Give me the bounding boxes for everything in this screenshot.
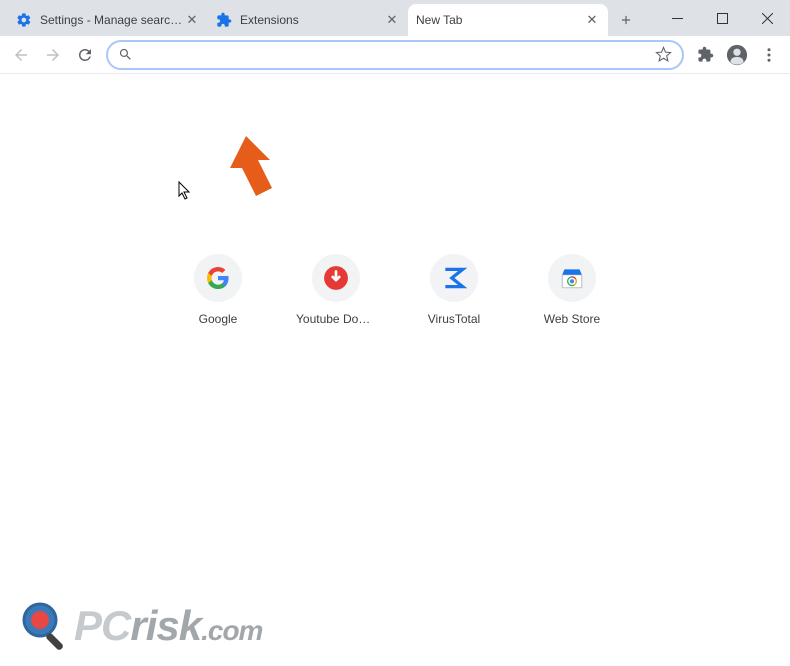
shortcut-google[interactable]: Google xyxy=(178,254,258,326)
shortcut-label: Google xyxy=(199,312,238,326)
watermark-logo: PCrisk.com xyxy=(18,598,262,654)
new-tab-button[interactable] xyxy=(612,6,640,34)
toolbar xyxy=(0,36,790,74)
shortcut-youtube-downloader[interactable]: Youtube Dow... xyxy=(296,254,376,326)
address-bar[interactable] xyxy=(106,40,684,70)
maximize-button[interactable] xyxy=(700,0,745,36)
tab-label: New Tab xyxy=(416,13,584,27)
menu-dots-icon[interactable] xyxy=(754,40,784,70)
settings-gear-icon xyxy=(16,12,32,28)
title-bar: Settings - Manage search engin ✕ Extensi… xyxy=(0,0,790,36)
back-button[interactable] xyxy=(6,40,36,70)
annotation-arrow-icon xyxy=(222,136,282,206)
reload-button[interactable] xyxy=(70,40,100,70)
tab-new-tab[interactable]: New Tab ✕ xyxy=(408,4,608,36)
forward-button[interactable] xyxy=(38,40,68,70)
download-icon xyxy=(312,254,360,302)
virustotal-icon xyxy=(430,254,478,302)
shortcut-grid: Google Youtube Dow... VirusTotal xyxy=(178,254,612,326)
watermark-text: P xyxy=(74,602,101,649)
omnibox-input[interactable] xyxy=(141,47,655,63)
tab-label: Extensions xyxy=(240,13,384,27)
shortcut-virustotal[interactable]: VirusTotal xyxy=(414,254,494,326)
extension-puzzle-icon xyxy=(216,12,232,28)
magnifier-icon xyxy=(18,598,74,654)
tab-strip: Settings - Manage search engin ✕ Extensi… xyxy=(0,0,640,36)
bookmark-star-icon[interactable] xyxy=(655,46,672,63)
tab-label: Settings - Manage search engin xyxy=(40,13,184,27)
search-icon xyxy=(118,47,133,62)
tab-extensions[interactable]: Extensions ✕ xyxy=(208,4,408,36)
shortcut-label: Youtube Dow... xyxy=(296,312,376,326)
shortcut-web-store[interactable]: Web Store xyxy=(532,254,612,326)
close-icon[interactable]: ✕ xyxy=(184,12,200,28)
window-controls xyxy=(655,0,790,36)
minimize-button[interactable] xyxy=(655,0,700,36)
watermark-text: risk xyxy=(130,602,201,649)
profile-avatar-icon[interactable] xyxy=(722,40,752,70)
webstore-icon xyxy=(548,254,596,302)
shortcut-label: VirusTotal xyxy=(428,312,480,326)
google-icon xyxy=(194,254,242,302)
page-content: Google Youtube Dow... VirusTotal xyxy=(0,74,790,666)
cursor-icon xyxy=(178,181,192,206)
watermark-text: C xyxy=(101,602,130,649)
shortcut-label: Web Store xyxy=(544,312,600,326)
tab-settings[interactable]: Settings - Manage search engin ✕ xyxy=(8,4,208,36)
extensions-icon[interactable] xyxy=(690,40,720,70)
close-icon[interactable]: ✕ xyxy=(384,12,400,28)
watermark-text: .com xyxy=(201,615,262,646)
close-icon[interactable]: ✕ xyxy=(584,12,600,28)
close-window-button[interactable] xyxy=(745,0,790,36)
